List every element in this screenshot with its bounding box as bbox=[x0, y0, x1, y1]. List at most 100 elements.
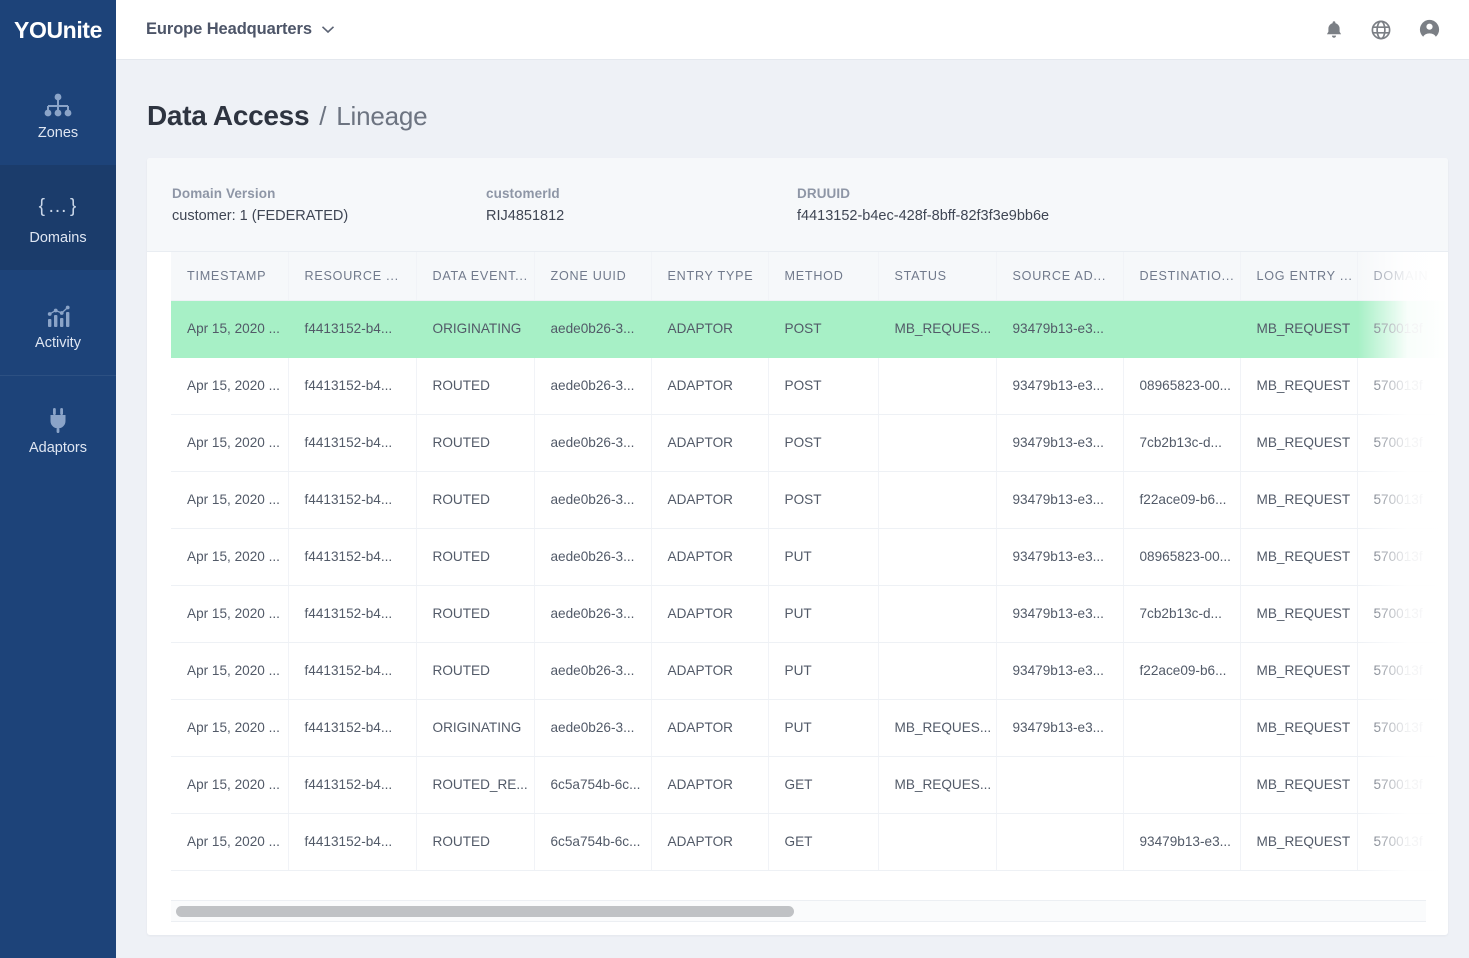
breadcrumb: Data Access / Lineage bbox=[147, 100, 1469, 132]
notifications-icon[interactable] bbox=[1324, 19, 1344, 41]
table-cell: 93479b13-e3... bbox=[995, 471, 1123, 529]
column-header[interactable]: ENTRY TYPE bbox=[650, 252, 768, 301]
table-cell: f4413152-b4... bbox=[287, 699, 416, 757]
table-row[interactable]: Apr 15, 2020 ... f4413152-b4... ORIGINATIN… bbox=[171, 300, 1448, 358]
info-value: RIJ4851812 bbox=[486, 207, 565, 224]
table-cell: POST bbox=[767, 414, 878, 472]
globe-icon[interactable] bbox=[1370, 19, 1392, 41]
sidebar-item-label: Zones bbox=[37, 124, 79, 141]
table-row[interactable]: Apr 15, 2020 ... f4413152-b4... ROUTED aede… bbox=[171, 528, 1448, 586]
table-cell: ADAPTOR bbox=[650, 528, 768, 586]
table-cell: Apr 15, 2020 ... bbox=[171, 528, 288, 586]
table-row[interactable]: Apr 15, 2020 ... f4413152-b4... ROUTED aede… bbox=[171, 357, 1448, 415]
table-cell: 570013f bbox=[1356, 756, 1448, 814]
org-name-label: Europe Headquarters bbox=[146, 20, 312, 38]
table-row[interactable]: Apr 15, 2020 ... f4413152-b4... ROUTED_RE.… bbox=[171, 756, 1448, 814]
table-row[interactable]: Apr 15, 2020 ... f4413152-b4... ROUTED aede… bbox=[171, 642, 1448, 700]
table-cell: POST bbox=[767, 300, 878, 358]
sidebar-item-adaptors[interactable]: Adaptors bbox=[0, 375, 116, 480]
column-header[interactable]: DOMAIN bbox=[1356, 252, 1448, 301]
table-cell: 93479b13-e3... bbox=[995, 699, 1123, 757]
info-label: DRUUID bbox=[797, 185, 851, 201]
table-cell: GET bbox=[767, 813, 878, 871]
chevron-down-icon bbox=[321, 25, 335, 34]
lineage-table-scroll[interactable]: TIMESTAMP RESOURCE ... DATA EVENT... ZONE U… bbox=[147, 252, 1448, 900]
table-cell: ROUTED bbox=[415, 642, 534, 700]
table-cell: 570013f bbox=[1356, 357, 1448, 415]
table-cell: MB_REQUEST bbox=[1239, 300, 1357, 358]
page-title[interactable]: Data Access bbox=[147, 100, 310, 132]
table-cell bbox=[877, 357, 996, 415]
table-cell bbox=[877, 585, 996, 643]
column-header[interactable]: DESTINATIO... bbox=[1122, 252, 1240, 301]
horizontal-scrollbar[interactable] bbox=[171, 900, 1426, 922]
table-cell: MB_REQUEST bbox=[1239, 699, 1357, 757]
table-cell: f4413152-b4... bbox=[287, 642, 416, 700]
table-cell: POST bbox=[767, 357, 878, 415]
table-cell: 93479b13-e3... bbox=[1122, 813, 1240, 871]
info-field-druuid: DRUUID f4413152-b4ec-428f-8bff-82f3f3e9b… bbox=[797, 186, 1049, 224]
table-cell: ADAPTOR bbox=[650, 300, 768, 358]
table-cell: ADAPTOR bbox=[650, 414, 768, 472]
org-switcher[interactable]: Europe Headquarters bbox=[146, 20, 335, 39]
topbar-actions bbox=[1324, 18, 1441, 41]
lineage-info-strip: Domain Version customer: 1 (FEDERATED) c… bbox=[147, 158, 1448, 252]
column-header[interactable]: STATUS bbox=[877, 252, 996, 301]
sidebar-item-domains[interactable]: { ... } Domains bbox=[0, 165, 116, 270]
table-cell: MB_REQUES... bbox=[877, 699, 996, 757]
table-cell: ROUTED bbox=[415, 585, 534, 643]
table-cell: 93479b13-e3... bbox=[995, 585, 1123, 643]
table-cell: POST bbox=[767, 471, 878, 529]
table-cell: 570013f bbox=[1356, 813, 1448, 871]
table-cell bbox=[1122, 756, 1240, 814]
table-cell bbox=[877, 813, 996, 871]
column-header[interactable]: SOURCE AD... bbox=[995, 252, 1123, 301]
table-cell: 6c5a754b-6c... bbox=[533, 813, 651, 871]
column-header[interactable]: DATA EVENT... bbox=[415, 252, 534, 301]
table-cell: ROUTED bbox=[415, 813, 534, 871]
column-header[interactable]: METHOD bbox=[767, 252, 878, 301]
info-field-domain-version: Domain Version customer: 1 (FEDERATED) bbox=[172, 186, 486, 224]
sidebar-item-activity[interactable]: Activity bbox=[0, 270, 116, 375]
table-cell: ADAPTOR bbox=[650, 813, 768, 871]
chart-icon bbox=[41, 295, 75, 329]
sidebar-item-label: Activity bbox=[35, 334, 81, 351]
table-row[interactable]: Apr 15, 2020 ... f4413152-b4... ROUTED 6c5a… bbox=[171, 813, 1448, 871]
info-field-customer-id: customerId RIJ4851812 bbox=[486, 186, 797, 224]
table-cell: f4413152-b4... bbox=[287, 300, 416, 358]
table-cell: f4413152-b4... bbox=[287, 813, 416, 871]
table-row[interactable]: Apr 15, 2020 ... f4413152-b4... ROUTED aede… bbox=[171, 585, 1448, 643]
table-cell bbox=[877, 528, 996, 586]
account-icon[interactable] bbox=[1418, 18, 1441, 41]
table-cell: 570013f bbox=[1356, 642, 1448, 700]
lineage-table: TIMESTAMP RESOURCE ... DATA EVENT... ZONE U… bbox=[171, 252, 1448, 871]
table-cell bbox=[995, 756, 1123, 814]
table-cell: Apr 15, 2020 ... bbox=[171, 471, 288, 529]
table-row[interactable]: Apr 15, 2020 ... f4413152-b4... ROUTED aede… bbox=[171, 414, 1448, 472]
table-cell: aede0b26-3... bbox=[533, 699, 651, 757]
main-content: Data Access / Lineage Domain Version cus… bbox=[116, 60, 1469, 958]
column-header[interactable]: ZONE UUID bbox=[533, 252, 651, 301]
table-cell: Apr 15, 2020 ... bbox=[171, 813, 288, 871]
table-cell: 570013f bbox=[1356, 471, 1448, 529]
table-cell: 93479b13-e3... bbox=[995, 300, 1123, 358]
table-row[interactable]: Apr 15, 2020 ... f4413152-b4... ORIGINATIN… bbox=[171, 699, 1448, 757]
sidebar-item-label: Domains bbox=[29, 229, 87, 246]
column-header[interactable]: TIMESTAMP bbox=[171, 252, 288, 301]
column-header[interactable]: LOG ENTRY ... bbox=[1239, 252, 1357, 301]
table-cell: PUT bbox=[767, 528, 878, 586]
table-cell: Apr 15, 2020 ... bbox=[171, 756, 288, 814]
column-header[interactable]: RESOURCE ... bbox=[287, 252, 416, 301]
table-cell: ROUTED bbox=[415, 357, 534, 415]
table-cell: MB_REQUEST bbox=[1239, 471, 1357, 529]
table-cell: 93479b13-e3... bbox=[995, 414, 1123, 472]
brand-logo[interactable]: YOUnite bbox=[0, 0, 116, 60]
table-row[interactable]: Apr 15, 2020 ... f4413152-b4... ROUTED aede… bbox=[171, 471, 1448, 529]
table-cell: 93479b13-e3... bbox=[995, 642, 1123, 700]
horizontal-scrollbar-thumb[interactable] bbox=[176, 906, 794, 917]
table-cell: f4413152-b4... bbox=[287, 756, 416, 814]
plug-icon bbox=[41, 400, 75, 434]
table-cell: MB_REQUES... bbox=[877, 756, 996, 814]
sidebar-item-zones[interactable]: Zones bbox=[0, 60, 116, 165]
table-cell bbox=[1122, 300, 1240, 358]
